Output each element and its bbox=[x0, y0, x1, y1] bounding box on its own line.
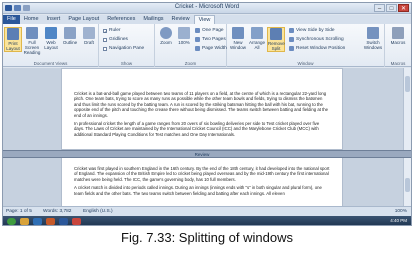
sync-scroll-icon bbox=[289, 37, 294, 42]
draft-button[interactable]: Draft bbox=[80, 27, 98, 45]
figure-caption: Fig. 7.33: Splitting of windows bbox=[121, 230, 293, 245]
magnifier-icon bbox=[160, 27, 172, 39]
ribbon-tabs: File Home Insert Page Layout References … bbox=[3, 15, 411, 24]
check-icon: ✓ bbox=[103, 28, 108, 34]
tab-file[interactable]: File bbox=[3, 15, 20, 24]
ruler-checkbox[interactable]: ✓ Ruler bbox=[103, 28, 120, 33]
minimize-button[interactable]: – bbox=[374, 4, 385, 12]
group-window: New Window Arrange All Remove Split View… bbox=[227, 24, 385, 67]
window-title: Cricket - Microsoft Word bbox=[174, 4, 240, 10]
group-label: Zoom bbox=[184, 61, 197, 66]
switch-windows-button[interactable]: Switch Windows bbox=[363, 27, 383, 50]
close-button[interactable]: ✕ bbox=[398, 4, 409, 12]
one-page-icon bbox=[195, 28, 200, 33]
macros-icon bbox=[392, 27, 404, 39]
zoom-level[interactable]: 100% bbox=[395, 209, 407, 214]
word-taskbar-icon[interactable] bbox=[59, 217, 68, 225]
page-width-button[interactable]: Page Width bbox=[195, 46, 227, 51]
group-label: Macros bbox=[390, 61, 406, 66]
scroll-thumb[interactable] bbox=[405, 76, 410, 92]
word-count[interactable]: Words: 3,782 bbox=[43, 209, 71, 214]
print-layout-button[interactable]: Print Layout bbox=[4, 27, 22, 52]
outline-button[interactable]: Outline bbox=[61, 27, 79, 45]
upper-scrollbar[interactable] bbox=[403, 68, 411, 150]
media-player-icon[interactable] bbox=[46, 217, 55, 225]
upper-pane-page[interactable]: Cricket is a bat-and-ball game played be… bbox=[61, 68, 343, 150]
group-macros: Macros Macros bbox=[385, 24, 411, 67]
split-icon bbox=[270, 28, 282, 40]
group-label: Document Views bbox=[33, 61, 68, 66]
switch-windows-icon bbox=[367, 27, 379, 39]
new-window-icon bbox=[232, 27, 244, 39]
gridlines-checkbox[interactable]: Gridlines bbox=[103, 37, 128, 42]
full-screen-reading-button[interactable]: Full Screen Reading bbox=[23, 27, 41, 55]
tab-mailings[interactable]: Mailings bbox=[139, 15, 167, 24]
language-indicator[interactable]: English (U.S.) bbox=[83, 209, 113, 214]
outline-icon bbox=[64, 27, 76, 39]
app-icon[interactable] bbox=[72, 217, 81, 225]
paragraph: In professional cricket the length of a … bbox=[74, 121, 320, 137]
arrange-all-button[interactable]: Arrange All bbox=[248, 27, 266, 50]
tab-review[interactable]: Review bbox=[168, 15, 194, 24]
paragraph: Cricket was first played in southern Eng… bbox=[74, 166, 330, 182]
taskbar: 4:40 PM bbox=[3, 216, 411, 225]
one-page-button[interactable]: One Page bbox=[195, 28, 224, 33]
side-by-side-icon bbox=[289, 28, 294, 33]
ribbon: Print Layout Full Screen Reading Web Lay… bbox=[3, 24, 411, 67]
paragraph: Cricket is a bat-and-ball game played be… bbox=[74, 91, 329, 118]
scroll-thumb[interactable] bbox=[405, 178, 410, 192]
page-width-icon bbox=[195, 46, 200, 51]
group-document-views: Print Layout Full Screen Reading Web Lay… bbox=[3, 24, 99, 67]
reset-window-position-button[interactable]: Reset Window Position bbox=[289, 46, 345, 51]
arrange-all-icon bbox=[251, 27, 263, 39]
zoom-button[interactable]: Zoom bbox=[157, 27, 175, 45]
zoom-100-button[interactable]: 100% bbox=[175, 27, 193, 45]
new-window-button[interactable]: New Window bbox=[229, 27, 247, 50]
macros-button[interactable]: Macros bbox=[389, 27, 407, 45]
web-layout-icon bbox=[45, 27, 57, 39]
remove-split-button[interactable]: Remove Split bbox=[267, 27, 285, 52]
print-layout-icon bbox=[7, 28, 19, 40]
full-screen-reading-icon bbox=[26, 27, 38, 39]
status-bar: Page: 1 of 5 Words: 3,782 English (U.S.)… bbox=[3, 206, 411, 216]
start-orb-icon[interactable] bbox=[7, 217, 16, 225]
paragraph: A cricket match is divided into periods … bbox=[74, 185, 322, 196]
group-zoom: Zoom 100% One Page Two Pages Page Width … bbox=[155, 24, 227, 67]
draft-icon bbox=[83, 27, 95, 39]
view-side-by-side-button[interactable]: View Side by Side bbox=[289, 28, 335, 33]
tab-page-layout[interactable]: Page Layout bbox=[64, 15, 103, 24]
page-100-icon bbox=[178, 27, 190, 39]
two-pages-icon bbox=[195, 37, 200, 42]
synchronous-scrolling-button[interactable]: Synchronous Scrolling bbox=[289, 37, 344, 42]
title-bar: Cricket - Microsoft Word – □ ✕ bbox=[3, 3, 411, 14]
tab-home[interactable]: Home bbox=[20, 15, 43, 24]
group-label: Show bbox=[120, 61, 133, 66]
explorer-icon[interactable] bbox=[20, 217, 29, 225]
tab-view[interactable]: View bbox=[193, 15, 216, 24]
tab-references[interactable]: References bbox=[103, 15, 139, 24]
document-area: Cricket is a bat-and-ball game played be… bbox=[3, 68, 411, 216]
reset-position-icon bbox=[289, 46, 294, 51]
group-label: Window bbox=[297, 61, 314, 66]
maximize-button[interactable]: □ bbox=[386, 4, 397, 12]
navigation-pane-checkbox[interactable]: Navigation Pane bbox=[103, 46, 144, 51]
lower-pane-text: Cricket was first played in southern Eng… bbox=[62, 158, 342, 196]
word-window: Cricket - Microsoft Word – □ ✕ File Home… bbox=[2, 2, 412, 226]
taskbar-clock: 4:40 PM bbox=[390, 218, 407, 223]
page-count[interactable]: Page: 1 of 5 bbox=[6, 209, 32, 214]
upper-pane-text: Cricket is a bat-and-ball game played be… bbox=[62, 69, 342, 137]
group-show: ✓ Ruler Gridlines Navigation Pane Show bbox=[99, 24, 155, 67]
web-layout-button[interactable]: Web Layout bbox=[42, 27, 60, 50]
two-pages-button[interactable]: Two Pages bbox=[195, 37, 226, 42]
browser-icon[interactable] bbox=[33, 217, 42, 225]
lower-pane-heading: Review bbox=[194, 152, 210, 157]
tab-insert[interactable]: Insert bbox=[43, 15, 65, 24]
